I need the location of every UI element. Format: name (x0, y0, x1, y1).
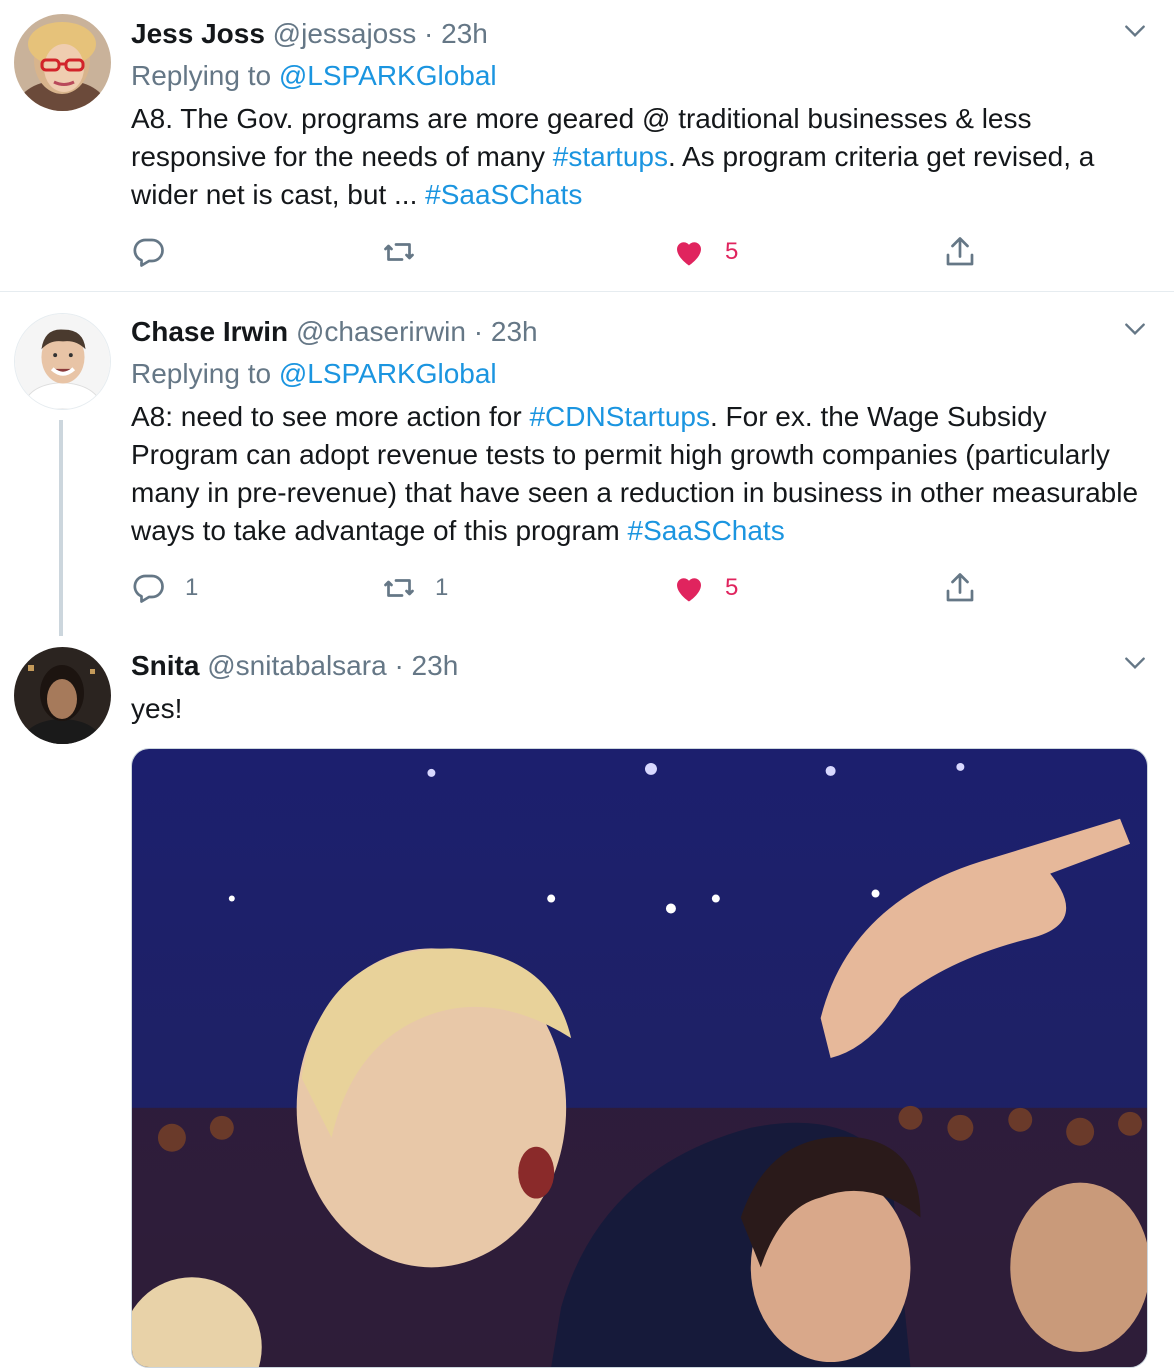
replying-prefix: Replying to (131, 358, 272, 389)
timestamp[interactable]: 23h (491, 316, 538, 347)
reply-bubble-icon (133, 574, 164, 603)
profile-photo-icon (14, 647, 111, 744)
user-handle[interactable]: @jessajoss (273, 18, 417, 49)
reply-bubble-icon (133, 238, 164, 267)
profile-photo-icon (15, 314, 110, 409)
display-name[interactable]: Snita (131, 650, 199, 681)
separator-dot: · (394, 650, 404, 681)
heart-icon (677, 242, 701, 266)
tweet-jess-joss[interactable]: Jess Joss @jessajoss · 23h Replying to @… (0, 0, 1174, 292)
retweet-count: 1 (435, 574, 449, 601)
gif-image-icon (132, 749, 1147, 1367)
tweet-text: yes! (131, 693, 183, 724)
hashtag-link[interactable]: #SaaSChats (425, 179, 582, 210)
like-button[interactable]: 5 (671, 232, 738, 272)
avatar[interactable] (14, 647, 111, 744)
like-count: 5 (725, 238, 739, 265)
share-icon (946, 573, 974, 602)
tweet-text: A8: need to see more action for #CDNStar… (131, 398, 1161, 550)
avatar[interactable] (14, 313, 111, 410)
like-button[interactable]: 5 (671, 568, 738, 608)
chevron-down-icon[interactable] (1122, 316, 1148, 342)
retweet-icon (384, 579, 414, 597)
tweet-actions: 5 (131, 232, 991, 272)
avatar[interactable] (14, 14, 111, 111)
chevron-down-icon[interactable] (1122, 18, 1148, 44)
hashtag-link[interactable]: #startups (553, 141, 668, 172)
timestamp[interactable]: 23h (412, 650, 459, 681)
replying-prefix: Replying to (131, 60, 272, 91)
display-name[interactable]: Jess Joss (131, 18, 265, 49)
tweet-header: Chase Irwin @chaserirwin · 23h (131, 314, 538, 350)
reply-button[interactable]: 1 (131, 568, 198, 608)
tweet-actions: 1 1 5 (131, 568, 991, 608)
tweet-header: Jess Joss @jessajoss · 23h (131, 16, 488, 52)
tweet-snita[interactable]: Snita @snitabalsara · 23h yes! (0, 633, 1174, 1368)
separator-dot: · (424, 18, 434, 49)
replying-to: Replying to @LSPARKGlobal (131, 356, 497, 392)
like-count: 5 (725, 574, 739, 601)
retweet-button[interactable] (381, 232, 435, 272)
replying-to: Replying to @LSPARKGlobal (131, 58, 497, 94)
tweet-text: A8. The Gov. programs are more geared @ … (131, 100, 1161, 214)
separator-dot: · (473, 316, 484, 347)
hashtag-link[interactable]: #SaaSChats (628, 515, 785, 546)
thread-connector-line (59, 420, 63, 636)
heart-icon (677, 578, 701, 602)
timestamp[interactable]: 23h (441, 18, 488, 49)
profile-photo-icon (14, 14, 111, 111)
share-icon (946, 237, 974, 266)
share-button[interactable] (942, 568, 996, 608)
tweet-header: Snita @snitabalsara · 23h (131, 648, 458, 684)
display-name[interactable]: Chase Irwin (131, 316, 288, 347)
user-handle[interactable]: @snitabalsara (207, 650, 386, 681)
reply-count: 1 (185, 574, 199, 601)
gif-image[interactable] (131, 748, 1148, 1368)
text-segment: A8: need to see more action for (131, 401, 530, 432)
retweet-button[interactable]: 1 (381, 568, 448, 608)
tweet-chase-irwin[interactable]: Chase Irwin @chaserirwin · 23h Replying … (0, 293, 1174, 636)
retweet-icon (384, 243, 414, 261)
share-button[interactable] (942, 232, 996, 272)
hashtag-link[interactable]: #CDNStartups (529, 401, 710, 432)
chevron-down-icon[interactable] (1122, 650, 1148, 676)
mention-link[interactable]: @LSPARKGlobal (279, 358, 497, 389)
reply-button[interactable] (131, 232, 185, 272)
user-handle[interactable]: @chaserirwin (296, 316, 466, 347)
mention-link[interactable]: @LSPARKGlobal (279, 60, 497, 91)
